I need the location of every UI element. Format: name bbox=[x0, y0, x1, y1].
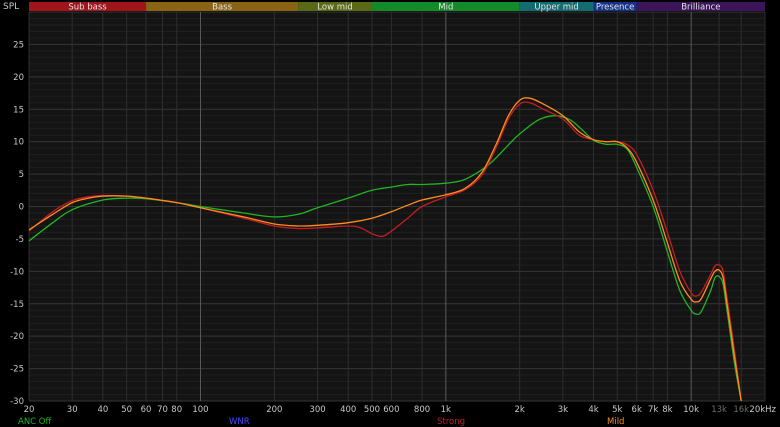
x-tick-label: 30 bbox=[67, 405, 78, 415]
band-label: Presence bbox=[596, 3, 634, 13]
legend-strong: Strong bbox=[437, 417, 465, 427]
x-tick-label: 70 bbox=[157, 405, 168, 415]
y-tick-label: -30 bbox=[10, 397, 24, 407]
x-tick-label: 2k bbox=[514, 405, 524, 415]
y-tick-label: 5 bbox=[19, 170, 24, 180]
x-tick-label: 13k bbox=[711, 405, 727, 415]
x-tick-label: 10k bbox=[683, 405, 699, 415]
legend-anc-off: ANC Off bbox=[18, 417, 53, 427]
band-label: Upper mid bbox=[534, 3, 578, 13]
x-tick-label: 6k bbox=[632, 405, 642, 415]
x-tick-label: 80 bbox=[171, 405, 182, 415]
x-tick-label: 50 bbox=[121, 405, 132, 415]
y-tick-label: 10 bbox=[13, 138, 24, 148]
y-tick-label: 0 bbox=[19, 203, 24, 213]
y-tick-label: -15 bbox=[10, 300, 24, 310]
band-label: Bass bbox=[212, 3, 232, 13]
y-tick-label: 15 bbox=[13, 105, 24, 115]
grid bbox=[28, 11, 766, 402]
x-tick-label: 8k bbox=[662, 405, 672, 415]
legend-mild: Mild bbox=[607, 417, 624, 427]
y-tick-label: -10 bbox=[10, 267, 24, 277]
y-tick-label: -25 bbox=[10, 365, 24, 375]
x-tick-label: 7k bbox=[648, 405, 658, 415]
x-tick-label: 400 bbox=[340, 405, 356, 415]
band-label: Mid bbox=[438, 3, 453, 13]
x-tick-label: 500 bbox=[364, 405, 380, 415]
band-label: Sub bass bbox=[68, 3, 107, 13]
y-tick-label: -20 bbox=[10, 332, 24, 342]
frequency-response-chart: Sub bass Bass Low mid Mid Upper mid Presence B… bbox=[0, 0, 780, 427]
x-tick-label: 3k bbox=[558, 405, 568, 415]
x-tick-label: 60 bbox=[141, 405, 152, 415]
x-tick-label: 200 bbox=[266, 405, 282, 415]
frequency-bands: Sub bass Bass Low mid Mid Upper mid Presence B… bbox=[29, 2, 765, 13]
band-label: Brilliance bbox=[681, 3, 720, 13]
x-tick-label: 20 bbox=[24, 405, 35, 415]
x-tick-label: 16k bbox=[733, 405, 749, 415]
x-tick-label: 1k bbox=[441, 405, 451, 415]
legend-wnr: WNR bbox=[229, 417, 250, 427]
x-tick-label: 4k bbox=[588, 405, 598, 415]
x-tick-label: 20kHz bbox=[749, 405, 776, 415]
band-label: Low mid bbox=[317, 3, 352, 13]
y-tick-label: 25 bbox=[13, 40, 24, 50]
x-tick-label: 100 bbox=[192, 405, 208, 415]
y-tick-label: -5 bbox=[16, 235, 24, 245]
x-tick-label: 600 bbox=[383, 405, 399, 415]
x-tick-label: 800 bbox=[414, 405, 430, 415]
x-tick-label: 300 bbox=[309, 405, 325, 415]
y-axis-label: SPL bbox=[3, 2, 19, 12]
x-tick-label: 5k bbox=[612, 405, 622, 415]
y-tick-label: 20 bbox=[13, 73, 24, 83]
x-tick-label: 40 bbox=[97, 405, 108, 415]
